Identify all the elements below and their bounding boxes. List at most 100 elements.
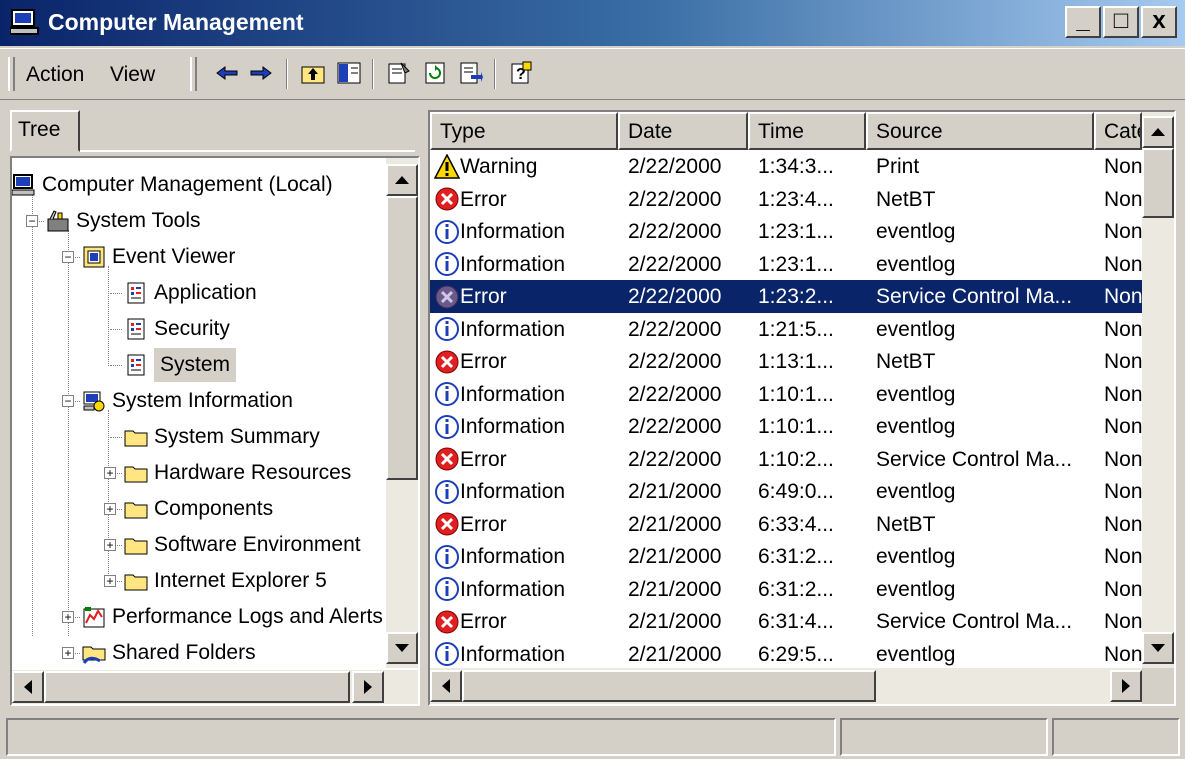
help-icon[interactable]: ?: [506, 58, 536, 88]
tree-guide-line: [110, 437, 122, 438]
close-button[interactable]: x: [1141, 6, 1177, 38]
properties-icon[interactable]: [384, 58, 414, 88]
cell-category: None: [1104, 512, 1142, 536]
forward-arrow-icon[interactable]: [246, 58, 276, 88]
maximize-button[interactable]: □: [1103, 6, 1139, 38]
scroll-up-button[interactable]: [386, 164, 418, 196]
tree-node[interactable]: Software Environment: [124, 528, 361, 562]
cell-type: Information: [430, 248, 618, 281]
tree-node[interactable]: Computer Management (Local): [12, 168, 333, 202]
tab-tree[interactable]: Tree: [10, 110, 80, 152]
table-row[interactable]: Information 2/21/2000 6:31:2... eventlog Non…: [430, 540, 1142, 573]
table-row[interactable]: Information 2/21/2000 6:31:2... eventlog Non…: [430, 573, 1142, 606]
information-icon: [434, 414, 460, 440]
column-header-type[interactable]: Type: [430, 112, 618, 150]
tree-node[interactable]: System Tools: [46, 204, 201, 238]
arrow-left-icon: [24, 680, 32, 694]
scroll-down-button[interactable]: [386, 632, 418, 664]
scroll-thumb[interactable]: [1142, 148, 1174, 218]
expand-button[interactable]: +: [62, 611, 74, 623]
menu-action[interactable]: Action: [26, 63, 84, 87]
scroll-thumb[interactable]: [386, 196, 418, 480]
column-header-source[interactable]: Source: [866, 112, 1094, 150]
cell-date: 2/22/2000: [628, 285, 722, 308]
expand-button[interactable]: +: [62, 647, 74, 659]
table-row[interactable]: Error 2/21/2000 6:31:4... Service Control M…: [430, 605, 1142, 638]
scroll-down-button[interactable]: [1142, 632, 1174, 664]
tree-node[interactable]: System Summary: [124, 420, 320, 454]
scroll-left-button[interactable]: [430, 670, 462, 702]
scroll-right-button[interactable]: [352, 671, 384, 703]
collapse-button[interactable]: −: [26, 215, 38, 227]
table-row[interactable]: Information 2/22/2000 1:23:1... eventlog Non…: [430, 248, 1142, 281]
table-row[interactable]: Error 2/21/2000 6:33:4... NetBT None: [430, 508, 1142, 541]
arrow-left-icon: [442, 679, 450, 693]
cell-source: Service Control Ma...: [876, 610, 1073, 633]
table-row[interactable]: Warning 2/22/2000 1:34:3... Print None: [430, 150, 1142, 183]
scroll-right-button[interactable]: [1110, 670, 1142, 702]
table-row[interactable]: Error 2/22/2000 1:23:4... NetBT None: [430, 183, 1142, 216]
table-row[interactable]: Information 2/21/2000 6:29:5... eventlog Non…: [430, 638, 1142, 666]
folder-icon: [124, 569, 148, 593]
cell-source: eventlog: [876, 252, 956, 276]
list-horizontal-scrollbar[interactable]: [430, 668, 1142, 704]
minimize-button[interactable]: _: [1065, 6, 1101, 38]
table-row[interactable]: Error 2/22/2000 1:10:2... Service Control M…: [430, 443, 1142, 476]
table-row[interactable]: Error 2/22/2000 1:23:2... Service Control M…: [430, 280, 1142, 313]
status-panel-secondary: [840, 718, 1048, 756]
tree-node[interactable]: System: [124, 348, 237, 382]
cell-type-label: Information: [460, 317, 566, 341]
collapse-button[interactable]: −: [62, 395, 74, 407]
tree-vertical-scrollbar[interactable]: [386, 158, 418, 668]
expand-button[interactable]: +: [104, 503, 116, 515]
menu-view[interactable]: View: [110, 63, 155, 87]
tree-node[interactable]: Shared Folders: [82, 636, 256, 668]
table-row[interactable]: Information 2/22/2000 1:23:1... eventlog Non…: [430, 215, 1142, 248]
scroll-left-button[interactable]: [12, 671, 44, 703]
table-row[interactable]: Information 2/22/2000 1:10:1... eventlog Non…: [430, 410, 1142, 443]
tree-node[interactable]: Hardware Resources: [124, 456, 351, 490]
collapse-button[interactable]: −: [62, 251, 74, 263]
table-row[interactable]: Error 2/22/2000 1:13:1... NetBT None: [430, 345, 1142, 378]
tree-node[interactable]: Performance Logs and Alerts: [82, 600, 383, 634]
up-one-level-icon[interactable]: [298, 58, 328, 88]
table-row[interactable]: Information 2/21/2000 6:49:0... eventlog Non…: [430, 475, 1142, 508]
column-header-time[interactable]: Time: [748, 112, 866, 150]
tree-node[interactable]: Internet Explorer 5: [124, 564, 327, 598]
cell-type: Information: [430, 378, 618, 411]
tree-node[interactable]: Security: [124, 312, 230, 346]
table-row[interactable]: Information 2/22/2000 1:10:1... eventlog Non…: [430, 378, 1142, 411]
list-vertical-scrollbar[interactable]: [1142, 112, 1174, 668]
tree-node[interactable]: Event Viewer: [82, 240, 235, 274]
refresh-icon[interactable]: [420, 58, 450, 88]
column-header-date[interactable]: Date: [618, 112, 748, 150]
expand-button[interactable]: +: [104, 575, 116, 587]
export-list-icon[interactable]: [456, 58, 486, 88]
error-icon: [434, 609, 460, 635]
back-arrow-icon[interactable]: [212, 58, 242, 88]
expand-button[interactable]: +: [104, 467, 116, 479]
scroll-thumb[interactable]: [462, 670, 876, 702]
arrow-right-icon: [1122, 679, 1130, 693]
error-icon: [434, 284, 460, 310]
tree-node[interactable]: System Information: [82, 384, 293, 418]
scroll-thumb[interactable]: [44, 671, 350, 703]
expand-button[interactable]: +: [104, 539, 116, 551]
tree-node[interactable]: Components: [124, 492, 273, 526]
column-header-category[interactable]: Cate: [1094, 112, 1142, 150]
toolbar-grip[interactable]: [190, 57, 197, 91]
cell-category: None: [1104, 187, 1142, 211]
cell-time: 1:21:5...: [758, 317, 834, 341]
show-hide-tree-icon[interactable]: [334, 58, 364, 88]
cell-category: None: [1104, 577, 1142, 601]
scroll-up-button[interactable]: [1142, 116, 1174, 148]
title-bar[interactable]: Computer Management _ □ x: [0, 0, 1185, 46]
toolbar-grip[interactable]: [8, 57, 15, 91]
table-row[interactable]: Information 2/22/2000 1:21:5... eventlog Non…: [430, 313, 1142, 346]
toolbar-separator: [286, 59, 288, 89]
cell-date: 2/21/2000: [628, 480, 722, 503]
tree-node[interactable]: Application: [124, 276, 257, 310]
tree-horizontal-scrollbar[interactable]: [12, 670, 418, 704]
cell-category: None: [1104, 415, 1142, 438]
cell-type-label: Error: [460, 350, 507, 373]
